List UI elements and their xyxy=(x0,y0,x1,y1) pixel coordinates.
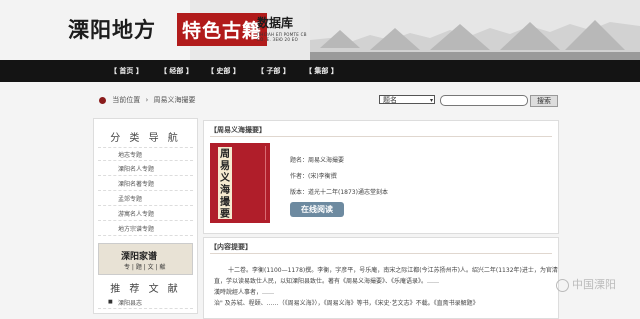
breadcrumb: 当前位置 › 周易义海撮要 xyxy=(99,95,196,105)
summary-line-1: 十二卷。李衡(1100—1178)撰。李衡，字彦平，号乐庵，南宋之际江都(今江苏… xyxy=(228,267,558,274)
site-subtitle-line2: СО. Е. ЗЕЮ 20 ЕО xyxy=(257,37,299,42)
read-online-button[interactable]: 在线阅读 xyxy=(290,202,344,217)
sidebar-item-zongpu[interactable]: 地方宗谱专题 xyxy=(118,224,154,233)
recommend-item[interactable]: 溧阳县志 xyxy=(118,298,142,307)
book-meta-title-label: 题名： xyxy=(290,157,309,164)
book-cover-label: 周易义海撮要 xyxy=(218,147,232,220)
search-input[interactable] xyxy=(440,95,528,106)
site-title-highlight: 特色古籍 xyxy=(177,13,268,46)
breadcrumb-label: 当前位置 xyxy=(112,96,141,104)
book-meta-title-value: 周易义海撮要 xyxy=(308,157,345,164)
list-bullet-icon: ■ xyxy=(108,299,113,305)
book-cover: 周易义海撮要 xyxy=(210,143,270,223)
divider xyxy=(98,235,193,237)
divider xyxy=(98,147,193,149)
book-meta-edition-value: 道光十二年(1873)通志堂刻本 xyxy=(308,189,388,196)
nav-item-jing[interactable]: 【 经部 】 xyxy=(160,66,193,76)
sidebar-item-dizhi[interactable]: 地志专题 xyxy=(118,150,142,159)
divider xyxy=(98,220,193,222)
book-meta-author: 作者：(宋)李衡撰 xyxy=(290,171,337,180)
summary-card-heading: 【内容提要】 xyxy=(210,243,252,251)
divider xyxy=(98,205,193,207)
nav-item-ji[interactable]: 【 集部 】 xyxy=(305,66,338,76)
breadcrumb-page: 周易义海撮要 xyxy=(153,96,196,104)
book-spine xyxy=(265,146,266,220)
divider xyxy=(210,136,552,137)
divider xyxy=(98,160,193,162)
watermark: 中国溧阳 xyxy=(556,276,616,292)
jiapu-title: 溧阳家谱 xyxy=(121,252,158,262)
divider xyxy=(98,308,193,310)
book-meta-author-label: 作者： xyxy=(290,173,309,180)
summary-line-2: 直，学以读易致仕人民，以知溧阳县致仕。著有《周易义海撮要》、《乐庵语录》。…… xyxy=(214,278,440,285)
divider xyxy=(210,253,552,254)
summary-line-4: 治" 及苏轼、程颐、……（《周易义海》），《周易义海》等书，《宋史·艺文志》不载… xyxy=(214,300,479,307)
jiapu-banner[interactable]: 溧阳家谱 专 | 题 | 文 | 献 xyxy=(98,243,193,275)
sidebar-item-youyu[interactable]: 游寓名人专题 xyxy=(118,209,154,218)
watermark-icon xyxy=(556,278,569,292)
divider xyxy=(98,175,193,177)
sidebar-item-mingzhu[interactable]: 溧阳名著专题 xyxy=(118,179,154,188)
sidebar-item-mingren[interactable]: 溧阳名人专题 xyxy=(118,164,154,173)
nav-item-shi[interactable]: 【 史部 】 xyxy=(207,66,240,76)
book-meta-edition-label: 版本： xyxy=(290,189,309,196)
site-title-main: 溧阳地方 xyxy=(68,17,156,42)
divider xyxy=(98,190,193,192)
search-field-value: 题名 xyxy=(383,96,397,104)
summary-line-3: 漢時說經人事者，…… xyxy=(214,289,275,296)
header-banner: 溧阳地方 特色古籍 数据库 ПНIЗАН ЕП РОМТЕ СВ СО. Е. … xyxy=(0,0,640,60)
book-card-heading: 【周易义海撮要】 xyxy=(210,126,266,134)
sidebar-heading: 分 类 导 航 xyxy=(110,133,181,144)
book-meta-author-value: (宋)李衡撰 xyxy=(308,173,337,180)
search-button[interactable]: 搜索 xyxy=(530,95,558,107)
book-meta-title: 题名：周易义海撮要 xyxy=(290,155,344,164)
jiapu-subtitle: 专 | 题 | 文 | 献 xyxy=(124,264,166,271)
sidebar-item-mengjiao[interactable]: 孟郊专题 xyxy=(118,194,142,203)
nav-item-zi[interactable]: 【 子部 】 xyxy=(257,66,290,76)
chevron-down-icon: ▾ xyxy=(429,97,433,104)
nav-item-home[interactable]: 【 首页 】 xyxy=(110,66,143,76)
main-nav: 【 首页 】 【 经部 】 【 史部 】 【 子部 】 【 集部 】 xyxy=(0,60,640,82)
search-field-select[interactable]: 题名 ▾ xyxy=(379,95,435,104)
book-meta-edition: 版本：道光十二年(1873)通志堂刻本 xyxy=(290,187,388,196)
site-subtitle: ПНIЗАН ЕП РОМТЕ СВ СО. Е. ЗЕЮ 20 ЕО xyxy=(257,32,307,42)
skyline-decoration xyxy=(310,0,640,60)
location-icon xyxy=(99,96,106,104)
site-title-db: 数据库 xyxy=(257,16,294,30)
sidebar: 分 类 导 航 地志专题 溧阳名人专题 溧阳名著专题 孟郊专题 游寓名人专题 地… xyxy=(93,118,198,314)
breadcrumb-separator: › xyxy=(145,96,149,104)
watermark-text: 中国溧阳 xyxy=(572,278,616,291)
recommend-heading: 推 荐 文 献 xyxy=(110,284,181,295)
